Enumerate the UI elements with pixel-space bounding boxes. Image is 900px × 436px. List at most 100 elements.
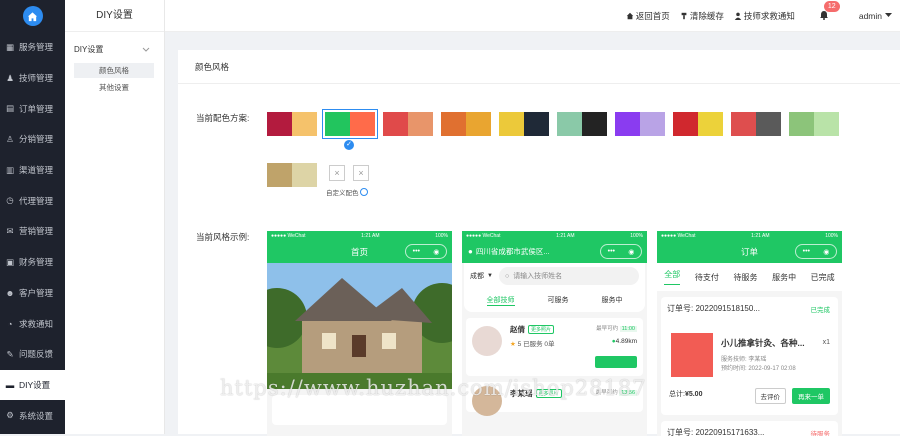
gift-icon: ✉ [6, 225, 14, 236]
color-scheme-swatch-6[interactable] [557, 112, 607, 136]
order-tab-4[interactable]: 服务中 [772, 272, 796, 283]
grid-icon: ▦ [5, 41, 15, 52]
sidebar-item-label: 客户管理 [19, 287, 54, 298]
main-sidebar: ▦ 服务管理 ♟ 技师管理 ▤ 订单管理 ♙ 分销管理 ▥ 渠道管理 ◷ 代理管理 ✉ 营销管理 ▣ 财务管理… [0, 0, 65, 434]
bell-icon: ◔ [7, 318, 13, 329]
sidebar-item-label: 订单管理 [19, 103, 54, 114]
sidebar-item-label: 系统设置 [19, 410, 54, 421]
chevron-down-icon [142, 47, 150, 52]
order-tab-3[interactable]: 待服务 [733, 272, 757, 283]
doc-icon: ▤ [5, 103, 15, 114]
preview-label: 当前风格示例: [196, 232, 250, 242]
sidebar-item-5[interactable]: ▥ 渠道管理 [0, 155, 65, 186]
sidebar-item-6[interactable]: ◷ 代理管理 [0, 185, 65, 216]
nav-bar: 首页 ••• ◉ [267, 240, 452, 263]
sidebar-item-11[interactable]: ✎ 问题反馈 [0, 339, 65, 370]
notification-bell[interactable]: 12 [819, 0, 840, 22]
color-scheme-swatch-11[interactable] [267, 163, 317, 187]
color-scheme-swatch-8[interactable] [673, 112, 723, 136]
color-scheme-swatch-7[interactable] [615, 112, 665, 136]
search-input[interactable]: ○ 请输入技师姓名 [498, 267, 639, 285]
order-tab-5[interactable]: 已完成 [811, 272, 835, 283]
user-menu[interactable]: admin [859, 11, 894, 21]
review-button[interactable]: 去评价 [754, 388, 786, 404]
sidebar-item-label: 财务管理 [19, 257, 54, 268]
home-link[interactable]: 返回首页 [626, 10, 670, 22]
settings-icon: ⚙ [6, 410, 14, 421]
nav-bar: ● 四川省成都市武侯区... ••• ◉ [462, 240, 647, 263]
sidebar-item-label: 营销管理 [19, 226, 54, 237]
nav-bar: 订单 ••• ◉ [657, 240, 842, 263]
diy-icon: ▬ [5, 379, 15, 390]
sidebar-item-label: 服务管理 [19, 42, 54, 53]
reorder-button[interactable]: 再来一单 [792, 388, 830, 404]
logo[interactable] [0, 0, 65, 32]
capsule-menu-icon[interactable]: ••• ◉ [795, 244, 837, 259]
broom-icon [681, 12, 687, 19]
capsule-menu-icon[interactable]: ••• ◉ [600, 244, 642, 259]
sub-item-color-style[interactable]: 颜色风格 [74, 63, 154, 78]
phone-preview-home: ●●●●● WeChat 1:21 AM 100% 首页 ••• ◉ [267, 231, 452, 436]
user-icon [734, 12, 742, 20]
color-scheme-swatch-3[interactable] [383, 112, 433, 136]
tech-tab-2[interactable]: 可服务 [548, 295, 569, 306]
sidebar-item-1[interactable]: ▦ 服务管理 [0, 32, 65, 63]
color-scheme-swatch-1[interactable] [267, 112, 317, 136]
order-tab-2[interactable]: 待支付 [695, 272, 719, 283]
sidebar-item-label: 求救通知 [19, 318, 54, 329]
table-icon: ▥ [5, 164, 15, 175]
color-scheme-swatch-2[interactable] [322, 109, 378, 139]
sidebar-item-10[interactable]: ◔ 求救通知 [0, 308, 65, 339]
tech-card[interactable]: 赵倩 更多照片 ★ 5 已服务 0单 最早可约 11:00 ●4.89km [466, 318, 643, 376]
custom-color-b[interactable]: × [353, 165, 369, 181]
sidebar-item-label: 技师管理 [19, 73, 54, 84]
order-card[interactable]: 订单号: 2022091518150... 已完成 小儿推拿针灸、各种... x… [661, 297, 838, 415]
feedback-icon: ✎ [6, 348, 14, 359]
sub-group-diy[interactable]: DIY设置 [65, 44, 164, 55]
caret-down-icon: ▼ [487, 273, 493, 279]
color-scheme-swatch-4[interactable] [441, 112, 491, 136]
radio-icon [359, 188, 368, 196]
sidebar-item-4[interactable]: ♙ 分销管理 [0, 124, 65, 155]
color-scheme-swatch-9[interactable] [731, 112, 781, 136]
sidebar-item-3[interactable]: ▤ 订单管理 [0, 93, 65, 124]
clear-cache-link[interactable]: 清除缓存 [680, 10, 724, 22]
customer-icon: ☻ [5, 287, 15, 298]
tech-avatar [472, 326, 502, 356]
home-logo-icon [22, 6, 43, 26]
sidebar-item-7[interactable]: ✉ 营销管理 [0, 216, 65, 247]
city-select[interactable]: 成都 [470, 271, 484, 281]
order-item-image [671, 333, 713, 377]
status-bar: ●●●●● WeChat 1:21 AM 100% [657, 231, 842, 240]
sidebar-item-label: 问题反馈 [19, 349, 54, 360]
sidebar-item-12[interactable]: ▬ DIY设置 [0, 369, 65, 401]
order-tab-1[interactable]: 全部 [664, 269, 681, 285]
sidebar-item-label: 渠道管理 [19, 165, 54, 176]
color-scheme-swatch-5[interactable] [499, 112, 549, 136]
custom-color-label[interactable]: 自定义配色 [326, 187, 368, 197]
home-title: 首页 [350, 246, 368, 257]
capsule-menu-icon[interactable]: ••• ◉ [405, 244, 447, 259]
sidebar-item-13[interactable]: ⚙ 系统设置 [0, 400, 65, 431]
sidebar-item-label: DIY设置 [19, 379, 51, 390]
sos-notice-link[interactable]: 技师求救通知 [734, 10, 795, 22]
user-icon: ♟ [6, 72, 14, 83]
tech-tab-3[interactable]: 服务中 [602, 295, 623, 306]
section-title: 颜色风格 [178, 50, 900, 84]
top-bar: 返回首页 清除缓存 技师求救通知 12 admin [165, 0, 900, 32]
sidebar-item-9[interactable]: ☻ 客户管理 [0, 278, 65, 309]
sidebar-item-2[interactable]: ♟ 技师管理 [0, 63, 65, 94]
wallet-icon: ▣ [5, 256, 15, 267]
phone-preview-orders: ●●●●● WeChat 1:21 AM 100% 订单 ••• ◉ 全部 待支付 待服务 服… [657, 231, 842, 436]
person-icon: ♙ [6, 133, 14, 144]
tech-tab-1[interactable]: 全部技师 [486, 295, 515, 306]
phone-preview-technicians: ●●●●● WeChat 1:21 AM 100% ● 四川省成都市武侯区... •… [462, 231, 647, 436]
home-icon [626, 12, 633, 19]
sub-sidebar: DIY设置 DIY设置 颜色风格 其他设置 [65, 0, 165, 434]
sidebar-item-8[interactable]: ▣ 财务管理 [0, 247, 65, 278]
color-scheme-swatch-10[interactable] [789, 112, 839, 136]
custom-color-a[interactable]: × [329, 165, 345, 181]
search-icon: ○ [504, 272, 510, 280]
sub-item-other-settings[interactable]: 其他设置 [74, 80, 154, 95]
location-text[interactable]: 四川省成都市武侯区... [476, 246, 550, 257]
